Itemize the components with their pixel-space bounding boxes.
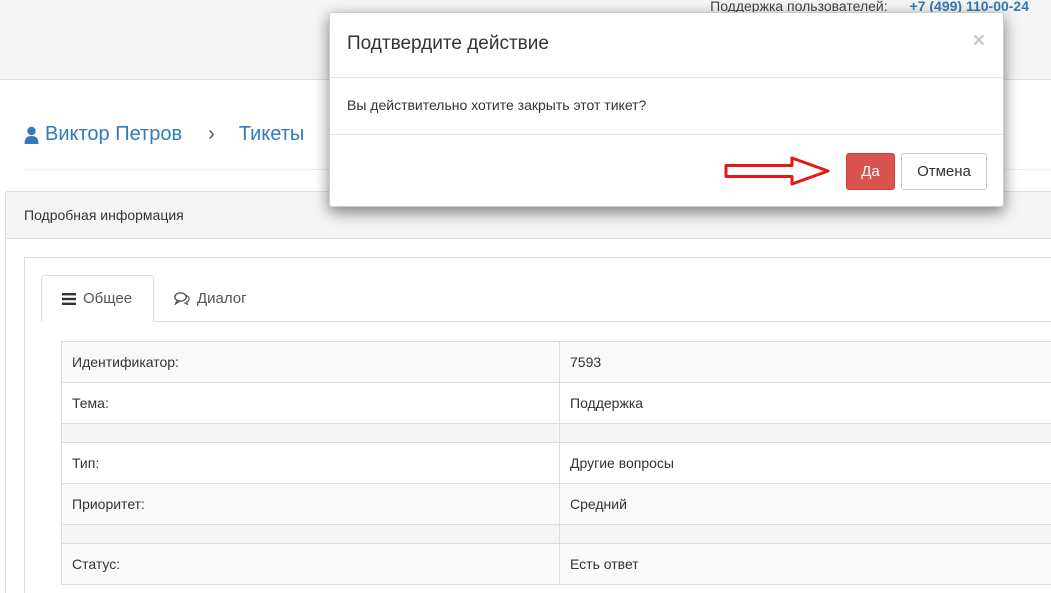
table-spacer [61, 524, 1051, 544]
row-key: Тип: [61, 442, 560, 484]
table-row: Тема: Поддержка [61, 382, 1051, 424]
modal-header: Подтвердите действие × [330, 13, 1003, 78]
row-key: Статус: [61, 543, 560, 585]
table-row: Статус: Есть ответ [61, 543, 1051, 585]
breadcrumb-user[interactable]: Виктор Петров [24, 123, 182, 146]
tab-general[interactable]: Общее [41, 275, 154, 322]
table-row: Идентификатор: 7593 [61, 341, 1051, 383]
confirm-dialog: Подтвердите действие × Вы действительно … [329, 12, 1004, 207]
row-value: Есть ответ [559, 543, 1051, 585]
row-value: Поддержка [559, 382, 1051, 424]
row-key: Идентификатор: [61, 341, 560, 383]
tabs: Общее Диалог [41, 275, 1051, 322]
red-arrow-icon [724, 156, 830, 186]
details-panel: Подробная информация Общее Диалог Иденти… [5, 191, 1051, 593]
comments-icon [174, 292, 190, 305]
cancel-button[interactable]: Отмена [901, 153, 987, 190]
row-value: Средний [559, 483, 1051, 525]
row-key: Приоритет: [61, 483, 560, 525]
row-value: Другие вопросы [559, 442, 1051, 484]
row-value: 7593 [559, 341, 1051, 383]
breadcrumb-user-label: Виктор Петров [45, 123, 183, 145]
list-icon [62, 292, 76, 305]
table-spacer [61, 423, 1051, 443]
breadcrumb-separator: › [208, 123, 215, 145]
tab-dialog-label: Диалог [197, 290, 247, 307]
confirm-yes-button[interactable]: Да [846, 153, 895, 190]
tab-dialog[interactable]: Диалог [154, 275, 267, 322]
row-key: Тема: [61, 382, 560, 424]
panel-body: Общее Диалог Идентификатор: 7593 Тема: П… [24, 257, 1051, 593]
table-row: Приоритет: Средний [61, 483, 1051, 525]
close-icon[interactable]: × [973, 29, 985, 53]
tab-general-label: Общее [83, 290, 133, 307]
breadcrumb: Виктор Петров › Тикеты [24, 123, 304, 146]
breadcrumb-tickets[interactable]: Тикеты [239, 123, 304, 146]
user-icon [24, 126, 39, 144]
ticket-info-table: Идентификатор: 7593 Тема: Поддержка Тип:… [61, 341, 1051, 585]
modal-message: Вы действительно хотите закрыть этот тик… [330, 78, 1003, 135]
modal-title: Подтвердите действие [347, 33, 549, 54]
table-row: Тип: Другие вопросы [61, 442, 1051, 484]
